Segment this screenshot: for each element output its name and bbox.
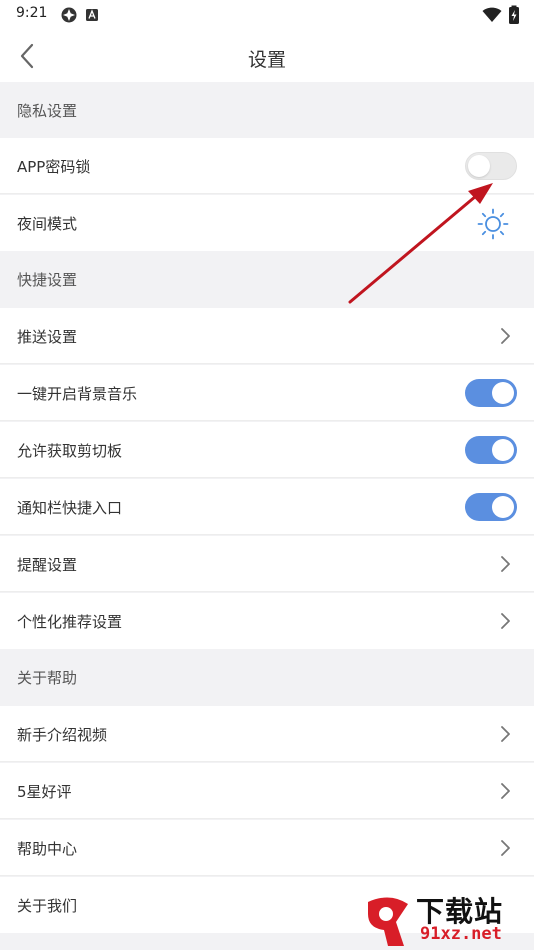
section-header-privacy: 隐私设置 (0, 82, 534, 138)
section-header-shortcuts: 快捷设置 (0, 251, 534, 307)
row-label: APP密码锁 (17, 158, 91, 176)
app-notification-icon (61, 7, 77, 23)
sun-icon[interactable] (476, 207, 510, 241)
chevron-right-icon (501, 726, 510, 742)
row-personalized[interactable]: 个性化推荐设置 (0, 593, 534, 649)
chevron-right-icon (501, 840, 510, 856)
chevron-right-icon (501, 783, 510, 799)
section-header-help: 关于帮助 (0, 649, 534, 705)
page-title: 设置 (247, 49, 286, 71)
battery-charging-icon (509, 5, 519, 24)
row-label: 新手介绍视频 (17, 726, 108, 744)
row-label: 夜间模式 (17, 215, 78, 233)
section-title: 隐私设置 (17, 102, 78, 120)
chevron-right-icon (501, 328, 510, 344)
row-night-mode[interactable]: 夜间模式 (0, 195, 534, 251)
clipboard-toggle[interactable] (465, 436, 517, 464)
status-bar: 9:21 (0, 0, 534, 30)
row-rate[interactable]: 5星好评 (0, 763, 534, 819)
row-help-center[interactable]: 帮助中心 (0, 820, 534, 876)
row-label: 一键开启背景音乐 (17, 385, 138, 403)
row-label: 5星好评 (17, 783, 72, 801)
bg-music-toggle[interactable] (465, 379, 517, 407)
row-app-lock[interactable]: APP密码锁 (0, 138, 534, 194)
row-intro-video[interactable]: 新手介绍视频 (0, 706, 534, 762)
chevron-right-icon (501, 556, 510, 572)
chevron-right-icon (501, 613, 510, 629)
header: 设置 (0, 30, 534, 82)
app-lock-toggle[interactable] (465, 152, 517, 180)
row-label: 帮助中心 (17, 840, 78, 858)
row-label: 通知栏快捷入口 (17, 499, 123, 517)
row-notif-shortcut[interactable]: 通知栏快捷入口 (0, 479, 534, 535)
row-label: 关于我们 (17, 897, 78, 915)
watermark-line2: 91xz.net (420, 924, 502, 944)
row-reminder[interactable]: 提醒设置 (0, 536, 534, 592)
section-title: 关于帮助 (17, 669, 78, 687)
row-label: 允许获取剪切板 (17, 442, 123, 460)
section-title: 快捷设置 (17, 271, 78, 289)
row-label: 推送设置 (17, 328, 78, 346)
row-label: 个性化推荐设置 (17, 613, 123, 631)
row-label: 提醒设置 (17, 556, 78, 574)
row-push-settings[interactable]: 推送设置 (0, 308, 534, 364)
row-clipboard[interactable]: 允许获取剪切板 (0, 422, 534, 478)
status-time: 9:21 (16, 5, 48, 21)
notif-shortcut-toggle[interactable] (465, 493, 517, 521)
watermark: 下载站 91xz.net (360, 890, 530, 948)
wifi-icon (482, 7, 502, 22)
row-bg-music[interactable]: 一键开启背景音乐 (0, 365, 534, 421)
a-badge-icon (86, 9, 98, 21)
watermark-logo-icon (368, 897, 408, 946)
